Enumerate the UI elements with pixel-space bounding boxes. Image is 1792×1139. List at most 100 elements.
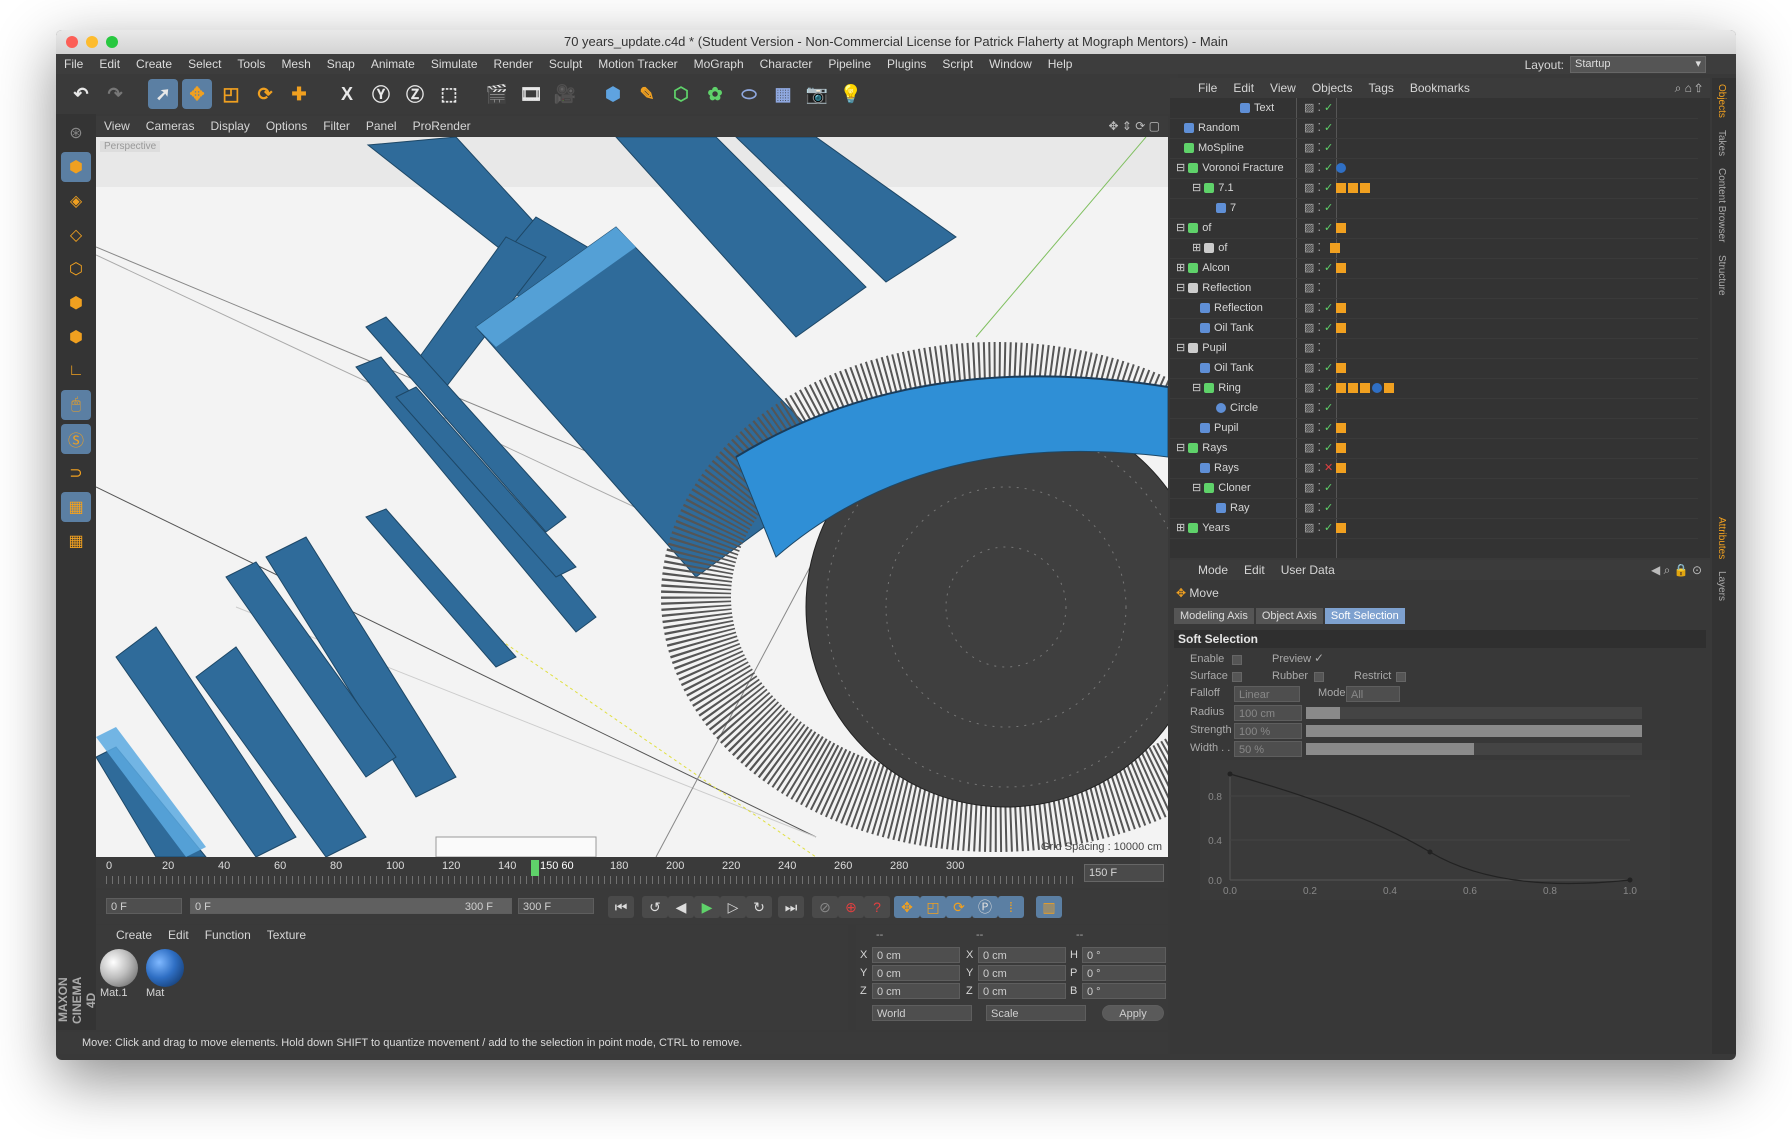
menu-script[interactable]: Script [934,57,981,71]
render-settings-icon[interactable]: 🎥 [550,79,580,109]
position-x-field[interactable]: 0 cm [872,947,960,963]
end-frame-field[interactable]: 150 F [1084,864,1164,882]
layout-dropdown[interactable]: Startup ▾ [1570,56,1706,73]
viewport-nav-icons[interactable]: ✥ ⇕ ⟳ ▢ [1100,119,1168,133]
previous-frame-icon[interactable]: ◀ [668,896,694,918]
object-menu-objects[interactable]: Objects [1304,81,1361,95]
floor-icon[interactable]: ▦ [768,79,798,109]
apply-button[interactable]: Apply [1102,1005,1164,1021]
redo-icon[interactable]: ↷ [100,79,130,109]
width-field[interactable]: 50 % [1234,741,1302,757]
falloff-graph[interactable]: 0.8 0.4 0.0 0.0 0.2 0.4 0.6 0.8 1.0 [1200,760,1670,900]
radius-slider-track[interactable] [1306,707,1642,719]
coordinate-system-icon[interactable]: ⬚ [434,79,464,109]
menu-render[interactable]: Render [486,57,541,71]
menu-character[interactable]: Character [752,57,821,71]
recent-tool-icon[interactable]: ✚ [284,79,314,109]
deformer-icon[interactable]: ⬭ [734,79,764,109]
viewport-menu-prorender[interactable]: ProRender [405,119,479,133]
visibility-flags[interactable]: ▨ ⁚ ✓ [1304,438,1348,458]
tab-object-axis[interactable]: Object Axis [1255,608,1323,624]
strength-slider-track[interactable] [1306,725,1642,737]
go-to-start-icon[interactable]: ⏮ [608,896,634,918]
snapping-icon[interactable]: Ⓢ [61,424,91,454]
menu-mograph[interactable]: MoGraph [686,57,752,71]
go-to-end-icon[interactable]: ⏭ [778,896,804,918]
attribute-menu-user-data[interactable]: User Data [1273,563,1343,577]
viewport-menu-options[interactable]: Options [258,119,315,133]
rubber-checkbox[interactable] [1314,672,1324,682]
attribute-menu-mode[interactable]: Mode [1190,563,1236,577]
key-rotation-icon[interactable]: ⟳ [946,896,972,918]
preview-checkbox[interactable]: ✓ [1314,651,1324,665]
object-menu-view[interactable]: View [1262,81,1304,95]
side-tab-objects[interactable]: Objects [1712,78,1731,124]
object-row-ring[interactable]: ⊟ Ring ▨ ⁚ ✓ [1170,378,1698,399]
max-frame-field[interactable]: 300 F [518,898,594,914]
viewport-menu-panel[interactable]: Panel [358,119,405,133]
material-menu-function[interactable]: Function [197,928,259,942]
visibility-flags[interactable]: ▨ ⁚ ✓ [1304,258,1348,278]
x-axis-lock-icon[interactable]: X [332,79,362,109]
rotation-p-field[interactable]: 0 ° [1082,965,1166,981]
pen-spline-icon[interactable]: ✎ [632,79,662,109]
size-mode-dropdown[interactable]: Scale [986,1005,1086,1021]
object-row-pupil-group[interactable]: ⊟ Pupil ▨ ⁚ [1170,338,1698,359]
visibility-flags[interactable]: ▨ ⁚ ✓ [1304,138,1333,158]
side-tab-content-browser[interactable]: Content Browser [1712,162,1731,248]
viewport-menu-view[interactable]: View [96,119,138,133]
side-tab-takes[interactable]: Takes [1712,124,1731,162]
viewport-menu-display[interactable]: Display [202,119,257,133]
material-swatch[interactable]: Mat [146,949,186,1009]
position-z-field[interactable]: 0 cm [872,983,960,999]
object-row-mospline[interactable]: MoSpline ▨ ⁚ ✓ [1170,138,1698,159]
object-menu-file[interactable]: File [1190,81,1225,95]
visibility-flags[interactable]: ▨ ⁚ ✓ [1304,398,1333,418]
close-window-button[interactable] [66,36,78,48]
menu-mesh[interactable]: Mesh [273,57,318,71]
size-x-field[interactable]: 0 cm [978,947,1066,963]
object-row-rays[interactable]: Rays ▨ ⁚ ✕ [1170,458,1698,479]
model-mode-icon[interactable]: ⬢ [61,152,91,182]
menu-pipeline[interactable]: Pipeline [820,57,879,71]
next-key-icon[interactable]: ↻ [746,896,772,918]
width-slider-track[interactable] [1306,743,1642,755]
object-row-voronoi[interactable]: ⊟ Voronoi Fracture ▨ ⁚ ✓ [1170,158,1698,179]
menu-simulate[interactable]: Simulate [423,57,486,71]
rotate-tool-icon[interactable]: ⟳ [250,79,280,109]
visibility-flags[interactable]: ▨ ⁚ ✓ [1304,158,1348,178]
rotation-h-field[interactable]: 0 ° [1082,947,1166,963]
object-row-oil-tank-2[interactable]: Oil Tank ▨ ⁚ ✓ [1170,358,1698,379]
object-manager-search-icon[interactable]: ⌕ ⌂ ⇧ [1667,81,1710,96]
object-row-7-1[interactable]: ⊟ 7.1 ▨ ⁚ ✓ [1170,178,1698,199]
light-icon[interactable]: 💡 [836,79,866,109]
object-row-pupil[interactable]: Pupil ▨ ⁚ ✓ [1170,418,1698,439]
z-axis-lock-icon[interactable]: Ⓩ [400,79,430,109]
material-menu-edit[interactable]: Edit [160,928,197,942]
visibility-flags[interactable]: ▨ ⁚ ✓ [1304,178,1372,198]
surface-checkbox[interactable] [1232,672,1242,682]
visibility-flags[interactable]: ▨ ⁚ ✓ [1304,218,1348,238]
curve-point[interactable] [1227,771,1233,777]
attribute-nav-icons[interactable]: ◀ ⌕ 🔒 ⊙ [1643,563,1710,578]
zoom-window-button[interactable] [106,36,118,48]
visibility-flags[interactable]: ▨ ⁚ ✓ [1304,98,1333,118]
points-mode-icon[interactable]: ⬡ [61,254,91,284]
make-editable-icon[interactable]: ⊛ [61,118,91,148]
magnet-icon[interactable]: ⊃ [61,458,91,488]
3d-viewport[interactable]: Perspective Grid Spacing : 10000 cm [96,137,1168,857]
object-row-7[interactable]: 7 ▨ ⁚ ✓ [1170,198,1698,219]
visibility-flags[interactable]: ▨ ⁚ ✓ [1304,198,1333,218]
menu-plugins[interactable]: Plugins [879,57,934,71]
tab-modeling-axis[interactable]: Modeling Axis [1174,608,1254,624]
visibility-flags[interactable]: ▨ ⁚ ✓ [1304,318,1348,338]
menu-file[interactable]: File [56,57,91,71]
falloff-dropdown[interactable]: Linear [1234,686,1300,702]
autokeying-icon[interactable]: ⊕ [838,896,864,918]
object-row-rays-group[interactable]: ⊟ Rays ▨ ⁚ ✓ [1170,438,1698,459]
visibility-flags[interactable]: ▨ ⁚ ✓ [1304,498,1333,518]
rotation-b-field[interactable]: 0 ° [1082,983,1166,999]
visibility-flags[interactable]: ▨ ⁚ ✕ [1304,458,1348,478]
key-parameter-icon[interactable]: Ⓟ [972,896,998,918]
edges-mode-icon[interactable]: ⬢ [61,288,91,318]
